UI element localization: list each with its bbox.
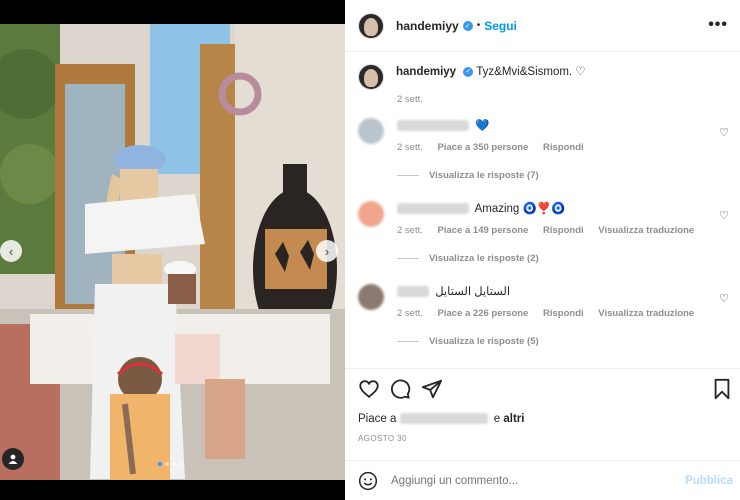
tagged-users-button[interactable] xyxy=(2,448,24,470)
view-replies-button[interactable]: Visualizza le risposte (5) xyxy=(397,336,539,347)
header-separator: • xyxy=(476,20,481,31)
add-comment-input[interactable] xyxy=(391,475,686,487)
comment-meta: 2 sett. Piace a 226 persone Rispondi Vis… xyxy=(397,308,706,319)
like-heart-icon[interactable] xyxy=(358,378,380,400)
post-actions xyxy=(358,378,733,404)
reply-button[interactable]: Rispondi xyxy=(543,225,584,236)
replies-divider xyxy=(397,175,419,176)
commenter-avatar[interactable] xyxy=(358,201,384,227)
comment-meta: 2 sett. Piace a 350 persone Rispondi xyxy=(397,142,596,153)
carousel-dot xyxy=(165,462,169,466)
comment-text-block: الستايل الستايل xyxy=(397,284,717,300)
comment-time[interactable]: 2 sett. xyxy=(397,308,423,319)
commenter-avatar[interactable] xyxy=(358,284,384,310)
comment-time[interactable]: 2 sett. xyxy=(397,225,423,236)
comment-likes[interactable]: Piace a 149 persone xyxy=(438,225,529,236)
like-comment-heart-icon[interactable]: ♡ xyxy=(719,209,729,222)
comment-text: الستايل الستايل xyxy=(435,286,511,298)
caption-time[interactable]: 2 sett. xyxy=(397,94,728,105)
commenter-username-blurred[interactable] xyxy=(397,203,469,215)
carousel-dot xyxy=(158,462,162,466)
comment-likes[interactable]: Piace a 226 persone xyxy=(438,308,529,319)
translate-button[interactable]: Visualizza traduzione xyxy=(598,308,694,319)
like-comment-heart-icon[interactable]: ♡ xyxy=(719,292,729,305)
comment-time[interactable]: 2 sett. xyxy=(397,142,423,153)
next-photo-button[interactable]: › xyxy=(316,240,338,262)
carousel-dots xyxy=(158,462,183,466)
post-date[interactable]: AGOSTO 30 xyxy=(358,434,407,443)
reply-button[interactable]: Rispondi xyxy=(543,142,584,153)
view-replies-button[interactable]: Visualizza le risposte (7) xyxy=(397,170,539,181)
translate-button[interactable]: Visualizza traduzione xyxy=(598,225,694,236)
chevron-left-icon: ‹ xyxy=(8,243,14,259)
user-icon xyxy=(8,454,18,464)
comment-text: 💙 xyxy=(475,120,490,132)
photo-top-bar xyxy=(0,0,345,24)
more-options-icon[interactable]: ••• xyxy=(708,16,728,34)
commenter-avatar[interactable] xyxy=(358,118,384,144)
view-replies-label: Visualizza le risposte (5) xyxy=(429,336,539,347)
save-bookmark-icon[interactable] xyxy=(712,378,732,400)
view-replies-button[interactable]: Visualizza le risposte (2) xyxy=(397,253,539,264)
view-replies-label: Visualizza le risposte (7) xyxy=(429,170,539,181)
publish-button[interactable]: Pubblica xyxy=(685,475,733,487)
verified-badge-icon: ✓ xyxy=(463,66,474,77)
author-avatar[interactable] xyxy=(358,12,384,39)
carousel-dot xyxy=(172,462,176,466)
caption-avatar[interactable] xyxy=(358,64,384,90)
commenter-username-blurred[interactable] xyxy=(397,286,429,298)
caption-username[interactable]: handemiyy xyxy=(396,66,456,78)
emoji-icon[interactable] xyxy=(358,471,378,491)
actions-divider xyxy=(345,368,740,369)
post-caption: handemiyy ✓ Tyz&Mvi&Sismom. ♡ 2 sett. xyxy=(358,64,728,105)
chevron-right-icon: › xyxy=(324,243,330,259)
comment-text-block: Amazing 🧿❣️🧿 xyxy=(397,201,717,217)
post-header: handemiyy ✓ • Segui ••• xyxy=(345,0,740,52)
liker-username-blurred[interactable] xyxy=(399,413,488,425)
comment-likes[interactable]: Piace a 350 persone xyxy=(438,142,529,153)
comment-item: 💙 ♡ 2 sett. Piace a 350 persone Rispondi… xyxy=(358,118,733,188)
author-username[interactable]: handemiyy xyxy=(396,19,459,33)
caption-text: Tyz&Mvi&Sismom. ♡ xyxy=(476,66,586,78)
comment-meta: 2 sett. Piace a 149 persone Rispondi Vis… xyxy=(397,225,706,236)
likes-others-link[interactable]: altri xyxy=(503,413,524,425)
verified-badge-icon: ✓ xyxy=(462,20,473,31)
carousel-dot xyxy=(179,462,183,466)
previous-photo-button[interactable]: ‹ xyxy=(0,240,22,262)
replies-divider xyxy=(397,258,419,259)
post-panel: handemiyy ✓ • Segui ••• handemiyy ✓ Tyz&… xyxy=(345,0,740,500)
like-comment-heart-icon[interactable]: ♡ xyxy=(719,126,729,139)
add-comment-bar: Pubblica xyxy=(358,470,733,492)
replies-divider xyxy=(397,341,419,342)
comment-text-block: 💙 xyxy=(397,118,717,134)
reply-button[interactable]: Rispondi xyxy=(543,308,584,319)
post-image xyxy=(0,24,345,480)
comment-text: Amazing 🧿❣️🧿 xyxy=(474,203,566,215)
likes-middle: e xyxy=(493,413,501,425)
likes-prefix: Piace a xyxy=(358,413,397,425)
likes-summary: Piace a e altri xyxy=(358,413,524,425)
photo-bottom-bar xyxy=(0,480,345,500)
view-replies-label: Visualizza le risposte (2) xyxy=(429,253,539,264)
add-comment-divider xyxy=(345,460,740,461)
comment-icon[interactable] xyxy=(389,378,411,400)
share-send-icon[interactable] xyxy=(421,378,443,400)
comment-item: الستايل الستايل ♡ 2 sett. Piace a 226 pe… xyxy=(358,284,733,354)
caption-text-block: handemiyy ✓ Tyz&Mvi&Sismom. ♡ xyxy=(396,64,586,81)
post-photo[interactable]: ‹ › xyxy=(0,0,345,500)
commenter-username-blurred[interactable] xyxy=(397,120,469,132)
follow-button[interactable]: Segui xyxy=(484,19,517,33)
comment-item: Amazing 🧿❣️🧿 ♡ 2 sett. Piace a 149 perso… xyxy=(358,201,733,271)
